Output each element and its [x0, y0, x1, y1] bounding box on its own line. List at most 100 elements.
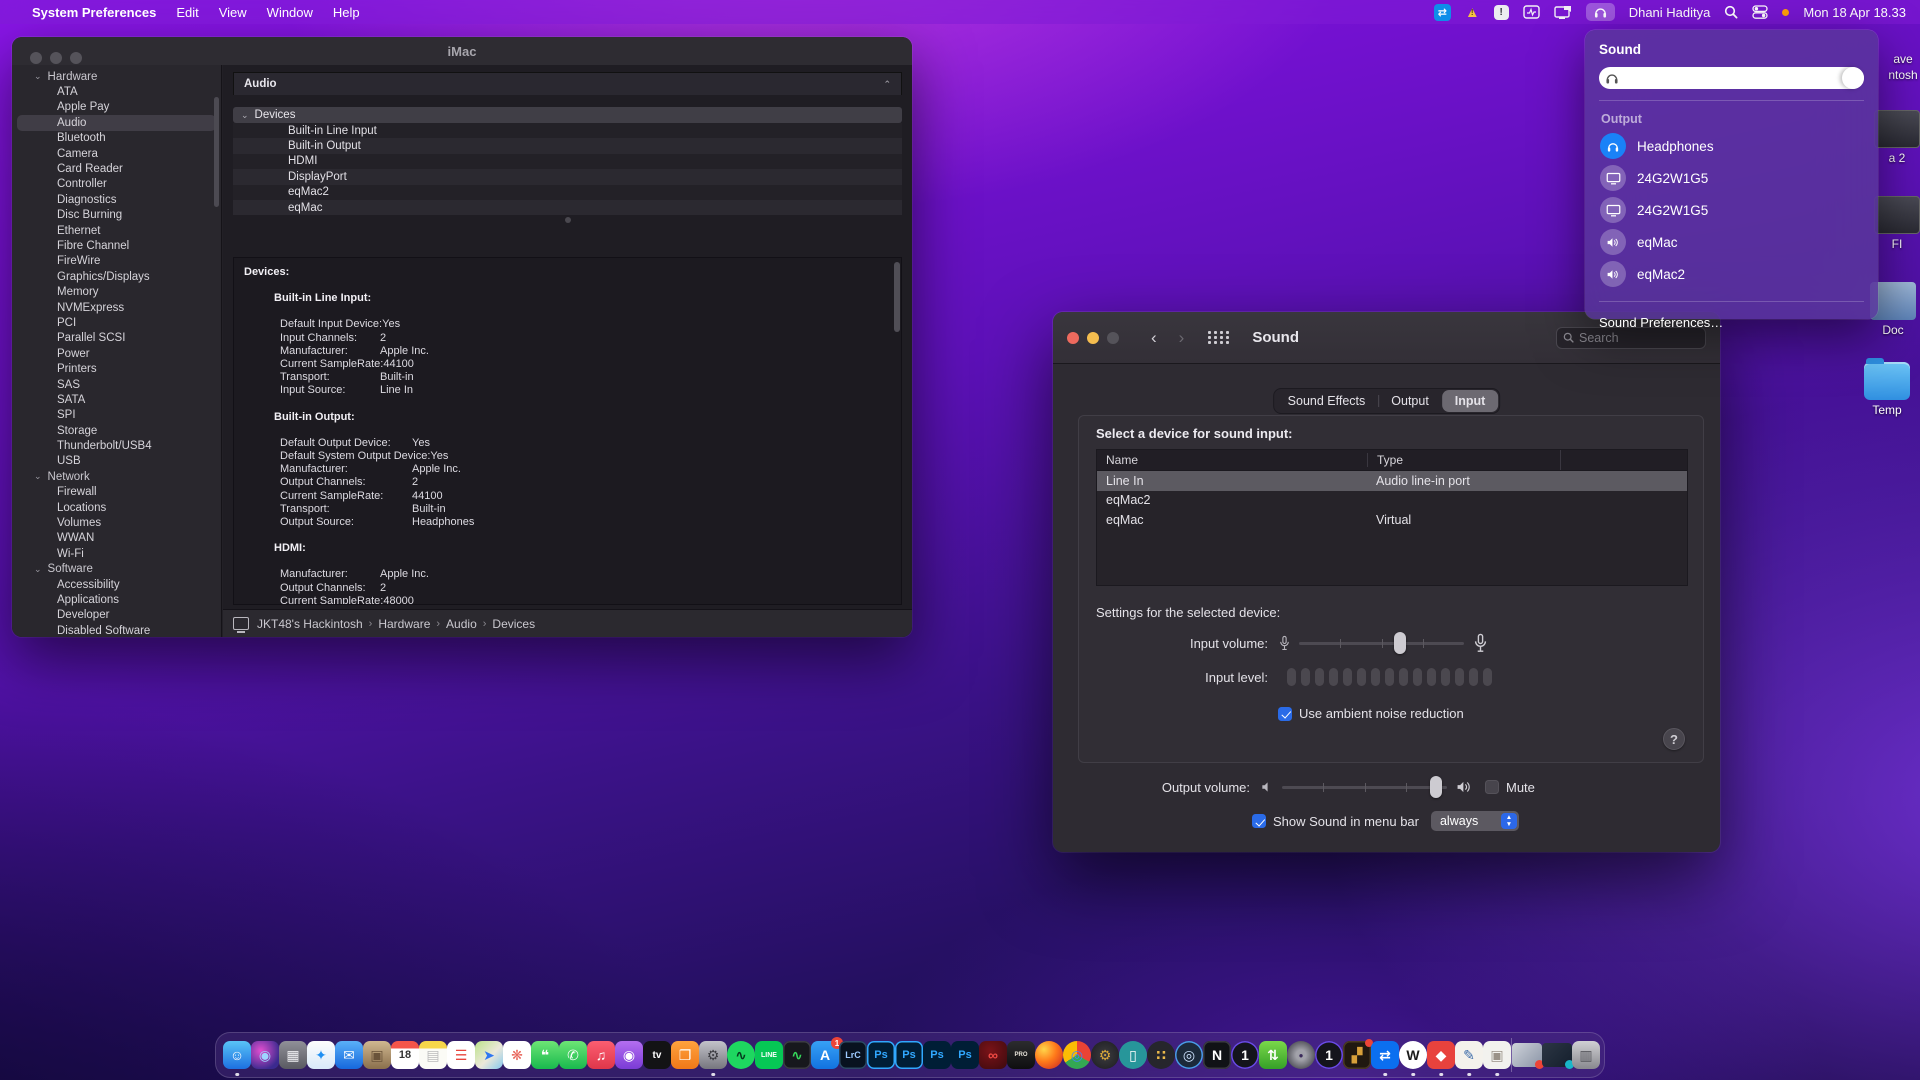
active-app-menu[interactable]: System Preferences	[32, 5, 156, 20]
dock-notes[interactable]: ▤	[419, 1041, 447, 1069]
breadcrumb-item[interactable]: Audio	[446, 617, 477, 631]
sysinfo-title-bar[interactable]: iMac	[12, 37, 912, 65]
sidebar-item-card-reader[interactable]: Card Reader	[12, 161, 221, 176]
dock-siri[interactable]: ◉	[251, 1041, 279, 1069]
audio-section-header[interactable]: Audio ⌃	[233, 72, 902, 95]
tab-sound-effects[interactable]: Sound Effects	[1275, 390, 1379, 412]
sidebar-item-network[interactable]: ⌄Network	[12, 469, 221, 484]
sidebar-item-disc-burning[interactable]: Disc Burning	[12, 208, 221, 223]
dock-safari[interactable]: ✦	[307, 1041, 335, 1069]
output-volume-knob[interactable]	[1430, 776, 1442, 798]
menu-window[interactable]: Window	[267, 5, 313, 20]
breadcrumb-item[interactable]: Hardware	[378, 617, 430, 631]
sidebar-item-disabled-software[interactable]: Disabled Software	[12, 623, 221, 637]
sidebar-item-nvmexpress[interactable]: NVMExpress	[12, 300, 221, 315]
menu-volume-knob[interactable]	[1842, 67, 1864, 89]
sidebar-item-accessibility[interactable]: Accessibility	[12, 577, 221, 592]
dock-photoshop-3[interactable]: Ps	[923, 1041, 951, 1069]
back-button[interactable]: ‹	[1151, 328, 1157, 348]
teamviewer-icon[interactable]: ⇄	[1434, 3, 1451, 21]
details-scrollbar[interactable]	[894, 262, 900, 332]
table-row[interactable]: eqMacVirtual	[1097, 510, 1687, 530]
forward-button[interactable]: ›	[1179, 328, 1185, 348]
sidebar-item-developer[interactable]: Developer	[12, 608, 221, 623]
output-device-eqmac2[interactable]: eqMac2	[1585, 258, 1878, 290]
input-volume-knob[interactable]	[1394, 632, 1406, 654]
sidebar-item-sas[interactable]: SAS	[12, 377, 221, 392]
dock-portrait-app[interactable]: ▞	[1343, 1041, 1371, 1069]
dock-chrome[interactable]: ◎	[1063, 1041, 1091, 1069]
mute-checkbox[interactable]	[1485, 780, 1499, 794]
dock-messages[interactable]: ❝	[531, 1041, 559, 1069]
sidebar-item-parallel-scsi[interactable]: Parallel SCSI	[12, 331, 221, 346]
sidebar-item-hardware[interactable]: ⌄Hardware	[12, 69, 221, 84]
dock-photos[interactable]: ❋	[503, 1041, 531, 1069]
dock-finder[interactable]: ☺	[223, 1041, 251, 1069]
sidebar-item-applications[interactable]: Applications	[12, 592, 221, 607]
output-device-eqmac[interactable]: eqMac	[1585, 226, 1878, 258]
dock-teamviewer[interactable]: ⇄	[1371, 1041, 1399, 1069]
sidebar-item-wwan[interactable]: WWAN	[12, 531, 221, 546]
dock-maps[interactable]: ➤	[475, 1041, 503, 1069]
collapse-chevron-icon[interactable]: ⌃	[883, 79, 891, 90]
dock-trash[interactable]: ▥	[1572, 1041, 1600, 1069]
menu-help[interactable]: Help	[333, 5, 360, 20]
dock-color-dots-app[interactable]: ∷	[1147, 1041, 1175, 1069]
sidebar-item-camera[interactable]: Camera	[12, 146, 221, 161]
search-input[interactable]	[1579, 331, 1689, 345]
tab-input[interactable]: Input	[1442, 390, 1499, 412]
table-row[interactable]: eqMac2	[1097, 491, 1687, 511]
sidebar-item-ata[interactable]: ATA	[12, 84, 221, 99]
dock-facetime[interactable]: ✆	[559, 1041, 587, 1069]
sidebar-item-ethernet[interactable]: Ethernet	[12, 223, 221, 238]
dock-gear-utility[interactable]: ⚙	[1091, 1041, 1119, 1069]
dock-wacom-w[interactable]: W	[1399, 1041, 1427, 1069]
device-row[interactable]: eqMac	[233, 200, 902, 215]
activity-window-icon[interactable]	[1523, 3, 1540, 21]
chevron-down-icon[interactable]: ⌄	[34, 471, 42, 482]
sidebar-item-spi[interactable]: SPI	[12, 408, 221, 423]
breadcrumb-item[interactable]: JKT48's Hackintosh	[257, 617, 363, 631]
show-sound-menubar-checkbox[interactable]	[1252, 814, 1266, 828]
frequency-dropdown[interactable]: always ▲▼	[1431, 811, 1519, 831]
dock-capture-one-2[interactable]: 1	[1315, 1041, 1343, 1069]
device-row[interactable]: Built-in Output	[233, 138, 902, 153]
dock-docs-pen-app[interactable]: ✎	[1455, 1041, 1483, 1069]
menu-edit[interactable]: Edit	[176, 5, 198, 20]
sidebar-item-memory[interactable]: Memory	[12, 284, 221, 299]
output-volume-slider[interactable]	[1282, 776, 1447, 798]
dock-music[interactable]: ♫	[587, 1041, 615, 1069]
dock-line[interactable]: LINE	[755, 1041, 783, 1069]
dock-creative-cloud[interactable]: ∞	[979, 1041, 1007, 1069]
dock-minimized-window-1[interactable]	[1512, 1043, 1542, 1067]
chevron-down-icon[interactable]: ⌄	[34, 71, 42, 82]
sidebar-item-thunderbolt-usb4[interactable]: Thunderbolt/USB4	[12, 438, 221, 453]
dock-photoshop-4[interactable]: Ps	[951, 1041, 979, 1069]
dock-white-bag-app[interactable]: ▣	[1483, 1041, 1511, 1069]
dock-pro-can[interactable]: PRO	[1007, 1041, 1035, 1069]
sidebar-item-audio[interactable]: Audio	[17, 115, 216, 130]
sidebar-item-firewall[interactable]: Firewall	[12, 485, 221, 500]
device-row[interactable]: HDMI	[233, 154, 902, 169]
screen-share-icon[interactable]	[1554, 3, 1572, 21]
dock-firefox[interactable]	[1035, 1041, 1063, 1069]
output-device-24g2w1g5[interactable]: 24G2W1G5	[1585, 162, 1878, 194]
zoom-button[interactable]	[1107, 332, 1119, 344]
dock-photoshop-1[interactable]: Ps	[867, 1041, 895, 1069]
sidebar-item-locations[interactable]: Locations	[12, 500, 221, 515]
column-header-name[interactable]: Name	[1097, 453, 1367, 467]
dock-notion[interactable]: N	[1203, 1041, 1231, 1069]
chevron-down-icon[interactable]: ⌄	[34, 564, 42, 575]
sidebar-item-firewire[interactable]: FireWire	[12, 254, 221, 269]
sidebar-item-storage[interactable]: Storage	[12, 423, 221, 438]
spotlight-icon[interactable]	[1724, 3, 1738, 21]
dock-gray-disc[interactable]: ●	[1287, 1041, 1315, 1069]
help-button[interactable]: ?	[1663, 728, 1685, 750]
column-header-type[interactable]: Type	[1367, 453, 1560, 467]
input-volume-slider[interactable]	[1299, 632, 1464, 654]
alert-badge-icon[interactable]: !	[1494, 3, 1509, 21]
sound-menu-extra[interactable]	[1586, 3, 1615, 21]
dock-minimized-window-2[interactable]	[1542, 1043, 1572, 1067]
dock-iphone-mirroring[interactable]: ▯	[1119, 1041, 1147, 1069]
output-device-headphones[interactable]: Headphones	[1585, 130, 1878, 162]
